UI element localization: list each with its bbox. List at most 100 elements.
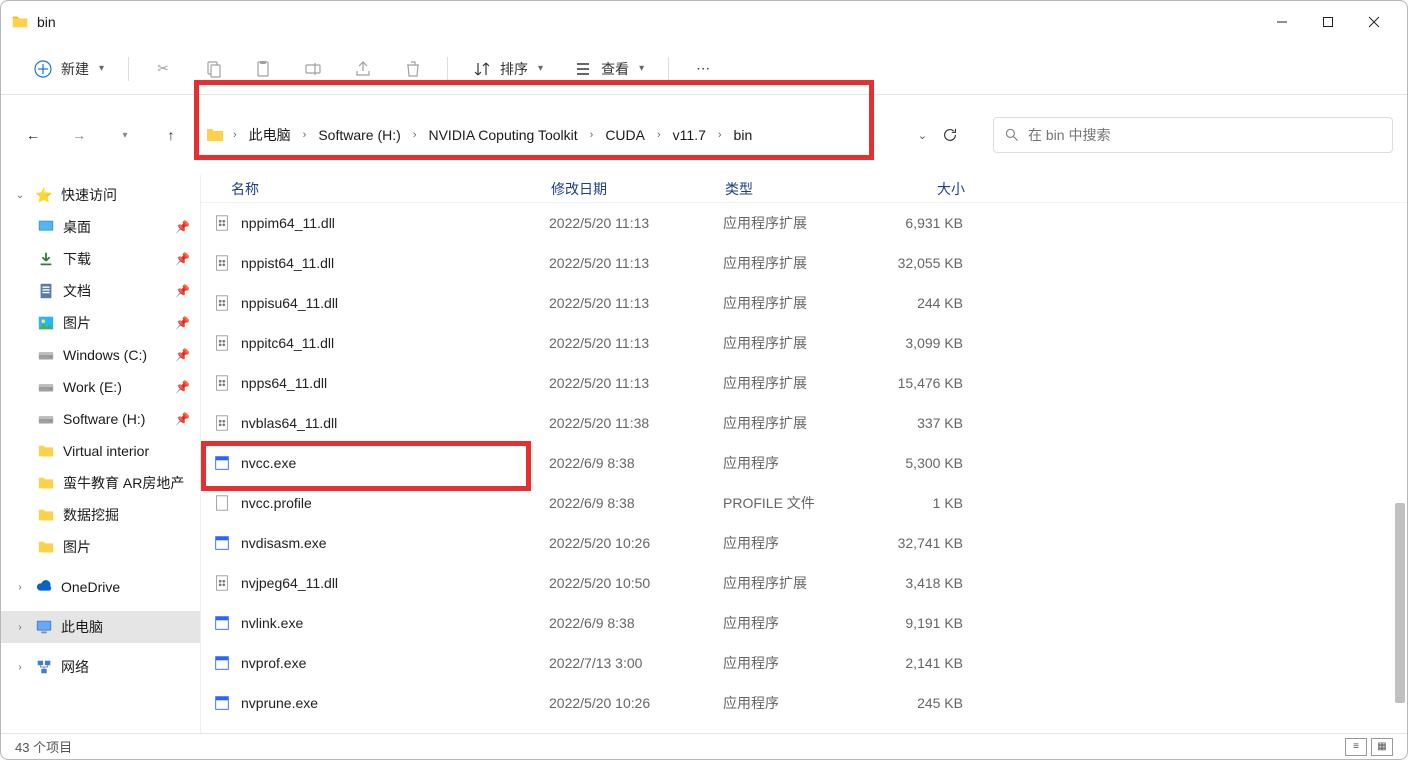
dll-icon <box>213 374 231 392</box>
cut-button[interactable]: ✂ <box>141 51 185 87</box>
sidebar-item-label: 桌面 <box>63 217 91 237</box>
maximize-button[interactable] <box>1305 6 1351 38</box>
file-rows: nppim64_11.dll2022/5/20 11:13应用程序扩展6,931… <box>201 203 1407 733</box>
file-row[interactable]: nvcc.profile2022/6/9 8:38PROFILE 文件1 KB <box>201 483 1407 523</box>
sidebar-item[interactable]: 蛮牛教育 AR房地产 <box>1 467 200 499</box>
icons-view-toggle[interactable]: ▦ <box>1371 738 1393 756</box>
minimize-button[interactable] <box>1259 6 1305 38</box>
crumb-seg[interactable]: Software (H:) <box>314 125 404 145</box>
sidebar-item[interactable]: 桌面 📌 <box>1 211 200 243</box>
file-row[interactable]: nvjpeg64_11.dll2022/5/20 10:50应用程序扩展3,41… <box>201 563 1407 603</box>
network-icon <box>35 658 53 676</box>
sidebar-thispc[interactable]: › 此电脑 <box>1 611 200 643</box>
details-view-toggle[interactable]: ≡ <box>1345 738 1367 756</box>
back-button[interactable]: ← <box>15 117 51 153</box>
file-row[interactable]: nvprune.exe2022/5/20 10:26应用程序245 KB <box>201 683 1407 723</box>
refresh-button[interactable] <box>941 126 959 144</box>
file-size: 337 KB <box>873 415 963 431</box>
breadcrumb[interactable]: › 此电脑 › Software (H:) › NVIDIA Coputing … <box>199 117 908 153</box>
share-button[interactable] <box>341 51 385 87</box>
col-name[interactable]: 名称 <box>231 179 551 199</box>
file-row[interactable]: nvlink.exe2022/6/9 8:38应用程序9,191 KB <box>201 603 1407 643</box>
dll-icon <box>213 294 231 312</box>
chevron-right-icon[interactable]: › <box>13 662 27 673</box>
sidebar-item-label: Windows (C:) <box>63 347 147 363</box>
scrollbar[interactable] <box>1393 203 1407 733</box>
file-row[interactable]: nppitc64_11.dll2022/5/20 11:13应用程序扩展3,09… <box>201 323 1407 363</box>
forward-button[interactable]: → <box>61 117 97 153</box>
crumb-seg[interactable]: bin <box>730 125 757 145</box>
crumb-seg[interactable]: v11.7 <box>669 125 710 145</box>
file-name: nppisu64_11.dll <box>241 295 549 311</box>
pin-icon: 📌 <box>175 252 190 266</box>
sidebar-item[interactable]: Virtual interior <box>1 435 200 467</box>
rename-button[interactable] <box>291 51 335 87</box>
clipboard-icon <box>253 59 273 79</box>
paste-button[interactable] <box>241 51 285 87</box>
file-name: nvprune.exe <box>241 695 549 711</box>
close-button[interactable] <box>1351 6 1397 38</box>
body: ⌄ ⭐ 快速访问 桌面📌下载📌文档📌图片📌Windows (C:)📌Work (… <box>1 175 1407 733</box>
sidebar-item[interactable]: 数据挖掘 <box>1 499 200 531</box>
drive-icon <box>37 410 55 428</box>
sidebar-onedrive[interactable]: › OneDrive <box>1 571 200 603</box>
desktop-icon <box>37 218 55 236</box>
more-button[interactable]: ⋯ <box>681 51 725 87</box>
sidebar-item[interactable]: 图片 <box>1 531 200 563</box>
file-date: 2022/5/20 11:13 <box>549 215 723 231</box>
history-dropdown[interactable]: ⌄ <box>918 129 927 142</box>
crumb-seg[interactable]: NVIDIA Coputing Toolkit <box>424 125 581 145</box>
col-size[interactable]: 大小 <box>875 179 965 199</box>
pin-icon: 📌 <box>175 220 190 234</box>
scroll-thumb[interactable] <box>1395 503 1405 703</box>
rename-icon <box>303 59 323 79</box>
sidebar-item[interactable]: Windows (C:)📌 <box>1 339 200 371</box>
new-button[interactable]: 新建 ▾ <box>21 51 116 87</box>
crumb-seg[interactable]: 此电脑 <box>245 123 295 147</box>
file-row[interactable]: nppist64_11.dll2022/5/20 11:13应用程序扩展32,0… <box>201 243 1407 283</box>
file-date: 2022/5/20 10:26 <box>549 535 723 551</box>
file-row[interactable]: nvblas64_11.dll2022/5/20 11:38应用程序扩展337 … <box>201 403 1407 443</box>
col-type[interactable]: 类型 <box>725 179 875 199</box>
sidebar-item-label: Work (E:) <box>63 379 122 395</box>
chevron-right-icon[interactable]: › <box>13 622 27 633</box>
search-input[interactable] <box>1028 127 1382 143</box>
sidebar-quick-access[interactable]: ⌄ ⭐ 快速访问 <box>1 179 200 211</box>
drive-icon <box>37 346 55 364</box>
up-button[interactable]: ↑ <box>153 117 189 153</box>
search-icon <box>1004 127 1020 143</box>
doc-icon <box>37 282 55 300</box>
sidebar-network[interactable]: › 网络 <box>1 651 200 683</box>
sidebar-item[interactable]: Work (E:)📌 <box>1 371 200 403</box>
file-name: npps64_11.dll <box>241 375 549 391</box>
col-date[interactable]: 修改日期 <box>551 179 725 199</box>
file-row[interactable]: nvprof.exe2022/7/13 3:00应用程序2,141 KB <box>201 643 1407 683</box>
toolbar: 新建 ▾ ✂ 排序 ▾ 查看 ▾ ⋯ <box>1 43 1407 95</box>
file-row[interactable]: nvcc.exe2022/6/9 8:38应用程序5,300 KB <box>201 443 1407 483</box>
file-row[interactable]: nppisu64_11.dll2022/5/20 11:13应用程序扩展244 … <box>201 283 1407 323</box>
sidebar-item[interactable]: 下载📌 <box>1 243 200 275</box>
sidebar-item[interactable]: Software (H:)📌 <box>1 403 200 435</box>
chevron-down-icon[interactable]: ⌄ <box>13 190 27 201</box>
search-box[interactable] <box>993 117 1393 153</box>
recent-button[interactable]: ▾ <box>107 117 143 153</box>
exe-icon <box>213 614 231 632</box>
file-row[interactable]: npps64_11.dll2022/5/20 11:13应用程序扩展15,476… <box>201 363 1407 403</box>
item-count: 43 个项目 <box>15 737 72 756</box>
delete-button[interactable] <box>391 51 435 87</box>
sort-button[interactable]: 排序 ▾ <box>460 51 555 87</box>
view-toggles: ≡ ▦ <box>1345 738 1393 756</box>
sidebar-item[interactable]: 图片📌 <box>1 307 200 339</box>
file-row[interactable]: nppim64_11.dll2022/5/20 11:13应用程序扩展6,931… <box>201 203 1407 243</box>
chevron-right-icon[interactable]: › <box>13 582 27 593</box>
file-size: 1 KB <box>873 495 963 511</box>
folder-icon <box>205 125 225 145</box>
sidebar-item[interactable]: 文档📌 <box>1 275 200 307</box>
copy-button[interactable] <box>191 51 235 87</box>
file-name: nvlink.exe <box>241 615 549 631</box>
monitor-icon <box>35 618 53 636</box>
crumb-seg[interactable]: CUDA <box>601 125 649 145</box>
file-type: 应用程序扩展 <box>723 213 873 233</box>
file-row[interactable]: nvdisasm.exe2022/5/20 10:26应用程序32,741 KB <box>201 523 1407 563</box>
view-button[interactable]: 查看 ▾ <box>561 51 656 87</box>
